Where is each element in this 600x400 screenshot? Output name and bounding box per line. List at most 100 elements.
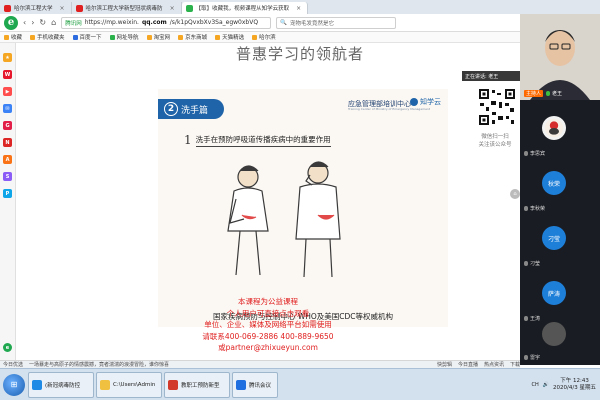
plugin-icon[interactable]: P <box>3 189 12 198</box>
section-label: 洗手篇 <box>181 105 209 116</box>
baidu-icon <box>72 34 78 40</box>
folder-icon <box>178 34 184 40</box>
info-line: 单位、企业、媒体及网络平台如需使用 <box>204 320 332 329</box>
section-number: 2 <box>164 102 178 116</box>
forward-button[interactable]: › <box>31 18 34 27</box>
mail-icon[interactable]: ✉ <box>3 104 12 113</box>
browser-tab-3[interactable]: 【取】收藏我，视频课程从知学云获取 × <box>181 2 309 14</box>
presentation-icon <box>168 379 178 390</box>
bookmark-item[interactable]: 网址导航 <box>109 33 139 41</box>
taskbar-item[interactable]: 腾讯会议 <box>232 371 278 398</box>
tab-favicon-icon <box>185 4 193 12</box>
participant-avatar: 萨涛 <box>542 281 566 305</box>
brand-icon <box>410 98 418 106</box>
home-button[interactable]: ⌂ <box>51 18 56 27</box>
search-icon: 🔍 <box>280 19 288 26</box>
info-line: 个人用户可直接点击观看 <box>226 308 310 318</box>
status-item[interactable]: 快剪辑 <box>437 361 452 368</box>
nav-icon <box>109 34 115 40</box>
bookmark-item[interactable]: 百度一下 <box>72 33 102 41</box>
taskbar-item[interactable]: C:\Users\Admin <box>96 371 162 398</box>
slide-point: 1 洗手在预防呼吸道传播疾病中的重要作用 <box>184 133 331 147</box>
bookmark-item[interactable]: 淘宝网 <box>146 33 171 41</box>
wechat-icon[interactable]: ⌂ <box>510 189 520 199</box>
search-input[interactable]: 🔍 宠物毛发竟然是它 <box>276 16 397 29</box>
host-video[interactable]: 主持人 老王 <box>520 14 600 100</box>
close-icon[interactable]: × <box>170 5 175 12</box>
browser-tab-1[interactable]: 哈尔滨工程大学 × <box>0 2 72 14</box>
app-icon[interactable]: A <box>3 155 12 164</box>
point-text: 洗手在预防呼吸道传播疾病中的重要作用 <box>195 134 331 147</box>
participant-avatar: 秋荣 <box>542 171 566 195</box>
taskbar-item[interactable]: (新冠病毒防控 <box>28 371 94 398</box>
tab-favicon-icon <box>75 4 83 12</box>
bookmark-label: 淘宝网 <box>153 35 171 41</box>
bookmark-item[interactable]: 天猫精选 <box>215 33 244 41</box>
secure-label: 腾讯网 <box>65 20 82 27</box>
status-item[interactable]: 热点资讯 <box>484 361 504 368</box>
statusbar-left[interactable]: 今日优选 <box>3 361 23 368</box>
clock-time: 下午 12:43 <box>560 377 589 384</box>
bookmark-item[interactable]: 京东商城 <box>178 33 207 41</box>
url-field[interactable]: 腾讯网 https://mp.weixin. qq.com/s/k1pQvxbXv… <box>61 16 272 29</box>
game-icon[interactable]: G <box>3 121 12 130</box>
participant-tile[interactable]: 李思宾 <box>520 106 600 161</box>
news-icon[interactable]: N <box>3 138 12 147</box>
news-ticker[interactable]: 一场暴走与高原子的情感震撼，竟者湍湍的浪漫冒险，谁你惊喜 <box>29 361 169 368</box>
refresh-button[interactable]: ↻ <box>39 18 46 27</box>
course-info: 本课程为公益课程 个人用户可直接点击观看 单位、企业、媒体及网络平台如需使用 请… <box>16 296 520 354</box>
participant-name: 李秋荣 <box>524 205 545 212</box>
tab-favicon-icon <box>4 4 11 12</box>
close-icon[interactable]: × <box>60 5 65 12</box>
org-subtitle: Training Center of Ministry of Emergency… <box>348 107 431 111</box>
shopping-icon[interactable]: S <box>3 172 12 181</box>
qr-caption-line: 微信扫一扫 <box>481 134 509 140</box>
clock-date: 2020/4/3 星期五 <box>553 384 596 391</box>
folder-icon <box>146 34 152 40</box>
meeting-panel: 主持人 老王 李思宾 秋荣 李秋荣 刁莹 刁莹 萨涛 王涛 雷宇 <box>520 14 600 365</box>
participant-tile[interactable]: 刁莹 刁莹 <box>520 216 600 271</box>
address-toolbar: e ‹ › ↻ ⌂ 腾讯网 https://mp.weixin. qq.com/s… <box>0 14 520 32</box>
browser-sidebar: ★ W ▶ ✉ G N A S P e <box>0 43 16 360</box>
weibo-icon[interactable]: W <box>3 70 12 79</box>
mic-icon <box>524 206 528 211</box>
participant-name-label: 刁莹 <box>530 261 541 267</box>
participant-tile[interactable]: 秋荣 李秋荣 <box>520 161 600 216</box>
back-button[interactable]: ‹ <box>23 18 26 27</box>
host-name: 老王 <box>546 90 562 97</box>
status-item[interactable]: 今日直播 <box>458 361 478 368</box>
taskbar-item[interactable]: 教职工预防新型 <box>164 371 230 398</box>
bookmark-item[interactable]: 手机收藏夹 <box>30 33 65 41</box>
video-icon[interactable]: ▶ <box>3 87 12 96</box>
language-icon[interactable]: CH <box>532 382 539 388</box>
taskbar-item-label: C:\Users\Admin <box>113 381 156 388</box>
qr-code-icon[interactable] <box>478 88 516 126</box>
url-path: /s/k1pQvxbXv3Sa_egw0xbVQ <box>169 19 259 26</box>
folder-icon <box>215 34 221 40</box>
start-button[interactable]: ⊞ <box>3 373 25 396</box>
close-icon[interactable]: × <box>296 5 301 12</box>
browser-logo-icon[interactable]: e <box>3 343 12 352</box>
clock[interactable]: 下午 12:43 2020/4/3 星期五 <box>553 378 596 392</box>
tab-title: 【取】收藏我，视频课程从知学云获取 <box>195 6 290 12</box>
qr-caption-line: 关注该公众号 <box>478 142 512 148</box>
coughing-people-illustration <box>227 161 341 278</box>
participant-name: 李思宾 <box>524 150 545 157</box>
participant-avatar <box>542 322 566 346</box>
bookmarks-bar: 收藏 手机收藏夹 百度一下 网址导航 淘宝网 京东商城 天猫精选 哈尔滨 <box>0 32 520 43</box>
star-icon[interactable]: ★ <box>3 53 12 62</box>
url-host: qq.com <box>141 19 167 26</box>
course-slide[interactable]: 2 洗手篇 应急管理部培训中心 Training Center of Minis… <box>158 89 448 327</box>
browser-tab-2[interactable]: 哈尔滨工程大学新型冠状病毒防 × <box>72 2 182 14</box>
participant-name-label: 雷宇 <box>530 355 541 361</box>
browser-logo-icon[interactable]: e <box>4 15 18 30</box>
participant-tile[interactable]: 雷宇 <box>520 314 600 364</box>
browser-status-bar: 今日优选 一场暴走与高原子的情感震撼，竟者湍湍的浪漫冒险，谁你惊喜 快剪辑 今日… <box>0 360 520 368</box>
bookmark-item[interactable]: 哈尔滨 <box>252 33 276 41</box>
qr-panel: 正在讲话: 老王 微信扫一扫 关注该公众号 ⌂ <box>462 43 522 199</box>
volume-icon[interactable]: 🔊 <box>543 382 549 388</box>
bookmark-item[interactable]: 收藏 <box>4 33 22 41</box>
tab-title: 哈尔滨工程大学新型冠状病毒防 <box>85 6 163 12</box>
taskbar-item-label: (新冠病毒防控 <box>45 382 81 389</box>
status-item[interactable]: 下载 <box>510 361 520 368</box>
